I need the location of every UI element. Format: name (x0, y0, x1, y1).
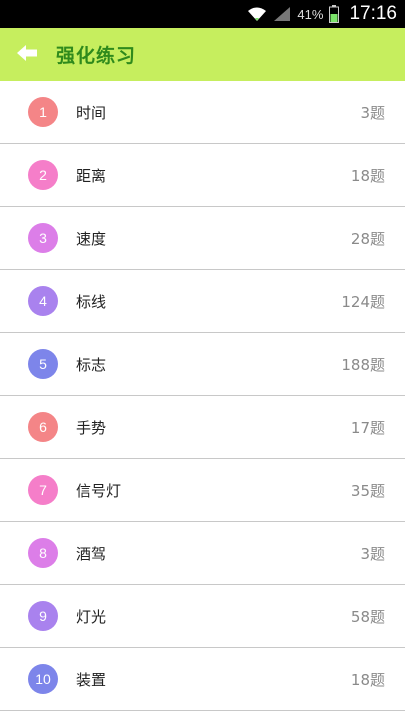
list-item[interactable]: 3 速度 28题 (0, 207, 405, 270)
list-item[interactable]: 9 灯光 58题 (0, 585, 405, 648)
item-label: 距离 (76, 166, 107, 185)
item-count: 17题 (350, 418, 385, 437)
back-button[interactable] (14, 42, 40, 68)
item-number-badge: 7 (28, 475, 58, 505)
list-item[interactable]: 8 酒驾 3题 (0, 522, 405, 585)
item-label: 速度 (76, 229, 107, 248)
clock: 17:16 (349, 3, 397, 24)
app-header: 强化练习 (0, 28, 405, 81)
item-count: 58题 (350, 607, 385, 626)
list-item[interactable]: 4 标线 124题 (0, 270, 405, 333)
battery-percent: 41% (297, 6, 324, 22)
practice-list: 1 时间 3题 2 距离 18题 3 速度 28题 4 标线 124题 5 标志 188题 6 手势 17题 7 信号… (0, 81, 405, 711)
item-label: 时间 (76, 103, 107, 122)
item-label: 装置 (76, 670, 107, 689)
list-item[interactable]: 6 手势 17题 (0, 396, 405, 459)
item-number-badge: 6 (28, 412, 58, 442)
item-label: 标志 (76, 355, 107, 374)
item-label: 灯光 (76, 607, 107, 626)
wifi-icon (247, 6, 267, 22)
item-count: 188题 (341, 355, 385, 374)
back-arrow-icon (16, 44, 38, 66)
page-title: 强化练习 (56, 45, 137, 67)
item-count: 28题 (350, 229, 385, 248)
list-item[interactable]: 2 距离 18题 (0, 144, 405, 207)
item-number-badge: 10 (28, 664, 58, 694)
item-number-badge: 9 (28, 601, 58, 631)
battery-icon (329, 5, 340, 23)
item-number-badge: 8 (28, 538, 58, 568)
item-count: 3题 (360, 544, 385, 563)
list-item[interactable]: 10 装置 18题 (0, 648, 405, 711)
item-number-badge: 1 (28, 97, 58, 127)
item-count: 3题 (360, 103, 385, 122)
item-number-badge: 5 (28, 349, 58, 379)
status-bar: 41% 17:16 (0, 0, 405, 28)
item-label: 手势 (76, 418, 107, 437)
item-count: 35题 (350, 481, 385, 500)
item-label: 信号灯 (76, 481, 122, 500)
item-number-badge: 4 (28, 286, 58, 316)
item-count: 124题 (341, 292, 385, 311)
item-count: 18题 (350, 166, 385, 185)
item-number-badge: 2 (28, 160, 58, 190)
item-number-badge: 3 (28, 223, 58, 253)
list-item[interactable]: 1 时间 3题 (0, 81, 405, 144)
list-item[interactable]: 5 标志 188题 (0, 333, 405, 396)
list-item[interactable]: 7 信号灯 35题 (0, 459, 405, 522)
signal-icon (273, 6, 291, 22)
item-label: 标线 (76, 292, 107, 311)
item-label: 酒驾 (76, 544, 107, 563)
item-count: 18题 (350, 670, 385, 689)
